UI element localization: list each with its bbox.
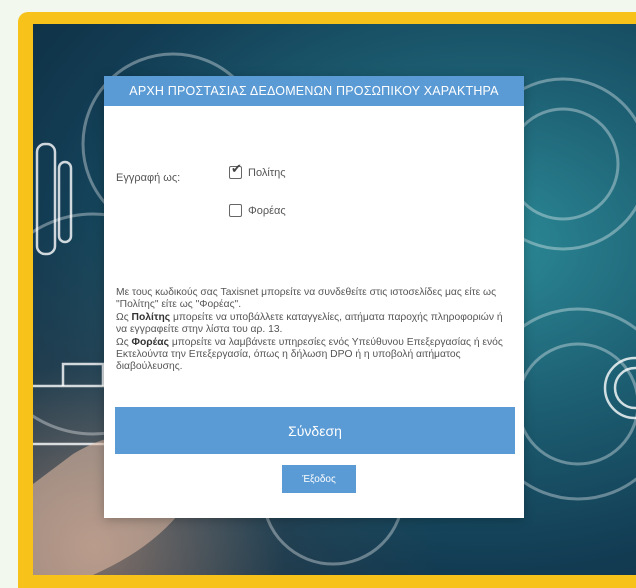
citizen-word: Πολίτης xyxy=(131,311,171,323)
option-citizen-label: Πολίτης xyxy=(248,166,286,179)
dialog-title: ΑΡΧΗ ΠΡΟΣΤΑΣΙΑΣ ΔΕΔΟΜΕΝΩΝ ΠΡΟΣΩΠΙΚΟΥ ΧΑΡ… xyxy=(104,76,524,106)
info-line-1: Με τους κωδικούς σας Taxisnet μπορείτε ν… xyxy=(116,287,497,311)
option-entity-label: Φορέας xyxy=(248,204,286,217)
option-citizen[interactable]: ✔ Πολίτης xyxy=(229,162,286,179)
checkbox-unchecked-icon[interactable] xyxy=(229,204,242,217)
info-text: Με τους κωδικούς σας Taxisnet μπορείτε ν… xyxy=(116,287,514,374)
option-entity[interactable]: Φορέας xyxy=(229,204,286,217)
entity-word: Φορέας xyxy=(131,336,169,348)
login-button[interactable]: Σύνδεση xyxy=(115,407,515,454)
checkbox-checked-icon[interactable]: ✔ xyxy=(229,162,242,179)
exit-button[interactable]: Έξοδος xyxy=(282,465,356,493)
info-citizen: Ως Πολίτης μπορείτε να υποβάλλετε καταγγ… xyxy=(116,311,503,336)
login-dialog: ΑΡΧΗ ΠΡΟΣΤΑΣΙΑΣ ΔΕΔΟΜΕΝΩΝ ΠΡΟΣΩΠΙΚΟΥ ΧΑΡ… xyxy=(104,76,524,518)
register-as-label: Εγγραφή ως: xyxy=(116,172,181,184)
info-entity: Ως Φορέας μπορείτε να λαμβάνετε υπηρεσίε… xyxy=(116,336,503,373)
